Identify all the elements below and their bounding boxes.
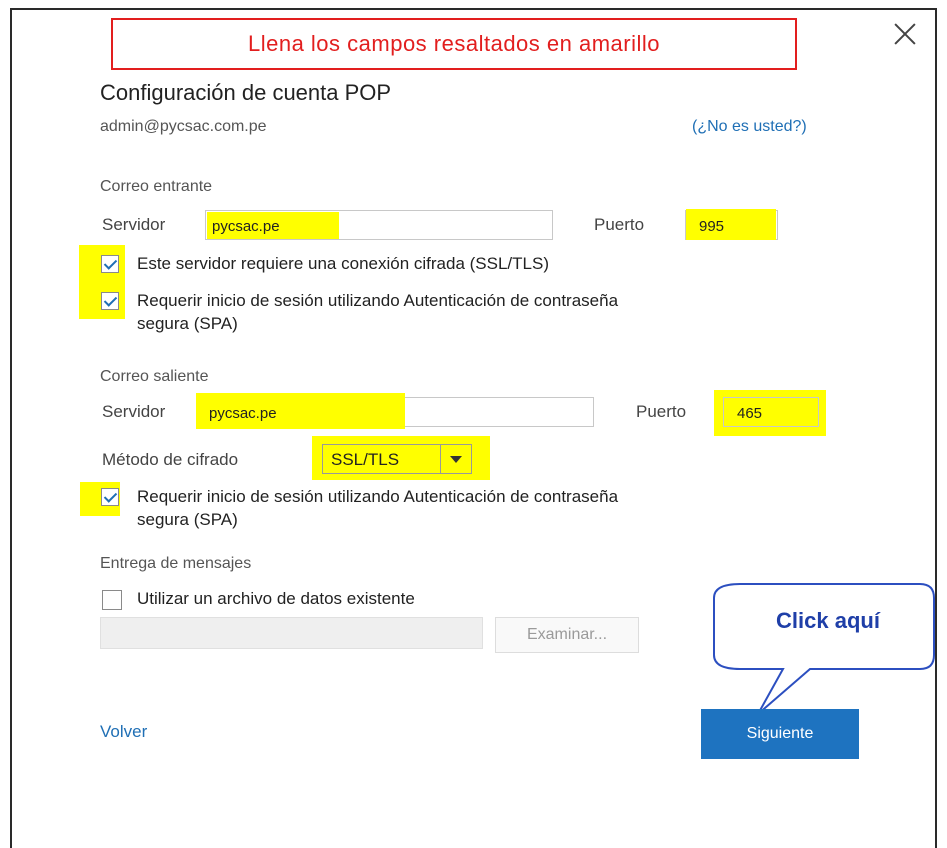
back-link[interactable]: Volver [100, 722, 147, 742]
callout-shape [713, 583, 935, 715]
callout-bubble [713, 583, 935, 715]
callout-text: Click aquí [776, 608, 880, 633]
next-button[interactable]: Siguiente [701, 709, 859, 759]
